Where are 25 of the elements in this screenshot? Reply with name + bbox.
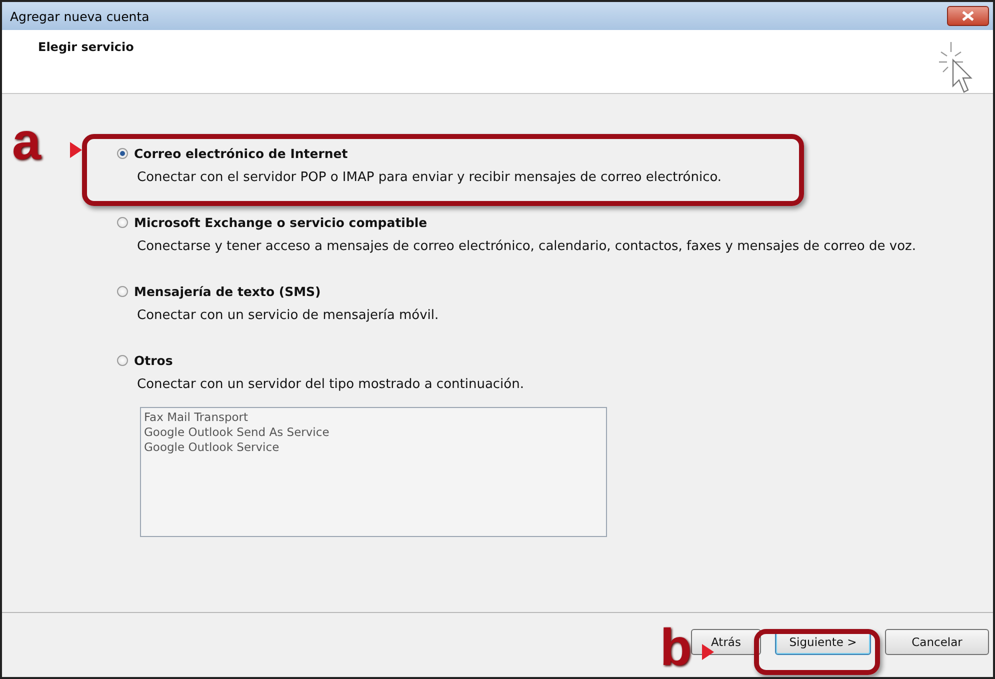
back-button[interactable]: Atrás xyxy=(691,629,761,655)
option-label: Otros xyxy=(134,353,173,368)
cancel-button[interactable]: Cancelar xyxy=(885,629,989,655)
close-icon xyxy=(962,11,974,21)
option-label: Correo electrónico de Internet xyxy=(134,146,348,161)
option-label: Mensajería de texto (SMS) xyxy=(134,284,321,299)
option-description: Conectar con el servidor POP o IMAP para enviar y recibir mensajes de correo electrónico. xyxy=(137,170,723,185)
pointer-arrow-icon xyxy=(70,142,82,158)
radio-button[interactable] xyxy=(117,286,128,297)
radio-button[interactable] xyxy=(117,355,128,366)
window-title: Agregar nueva cuenta xyxy=(10,8,150,24)
annotation-letter: b xyxy=(660,626,692,670)
service-list[interactable]: Fax Mail Transport Google Outlook Send As Service Google Outlook Service xyxy=(140,407,607,537)
radio-button[interactable] xyxy=(117,148,128,159)
list-item[interactable]: Google Outlook Service xyxy=(144,440,603,455)
list-item[interactable]: Fax Mail Transport xyxy=(144,410,603,425)
annotation-letter: a xyxy=(12,120,41,164)
radio-button[interactable] xyxy=(117,217,128,228)
close-button[interactable] xyxy=(947,6,989,26)
header-title: Elegir servicio xyxy=(38,40,134,56)
option-description: Conectarse y tener acceso a mensajes de correo electrónico, calendario, contactos, faxes y mensajes de correo de voz. xyxy=(137,239,918,254)
option-label: Microsoft Exchange o servicio compatible xyxy=(134,215,428,230)
list-item[interactable]: Google Outlook Send As Service xyxy=(144,425,603,440)
option-description: Conectar con un servicio de mensajería móvil. xyxy=(137,308,440,323)
option-description: Conectar con un servidor del tipo mostrado a continuación. xyxy=(137,377,525,392)
